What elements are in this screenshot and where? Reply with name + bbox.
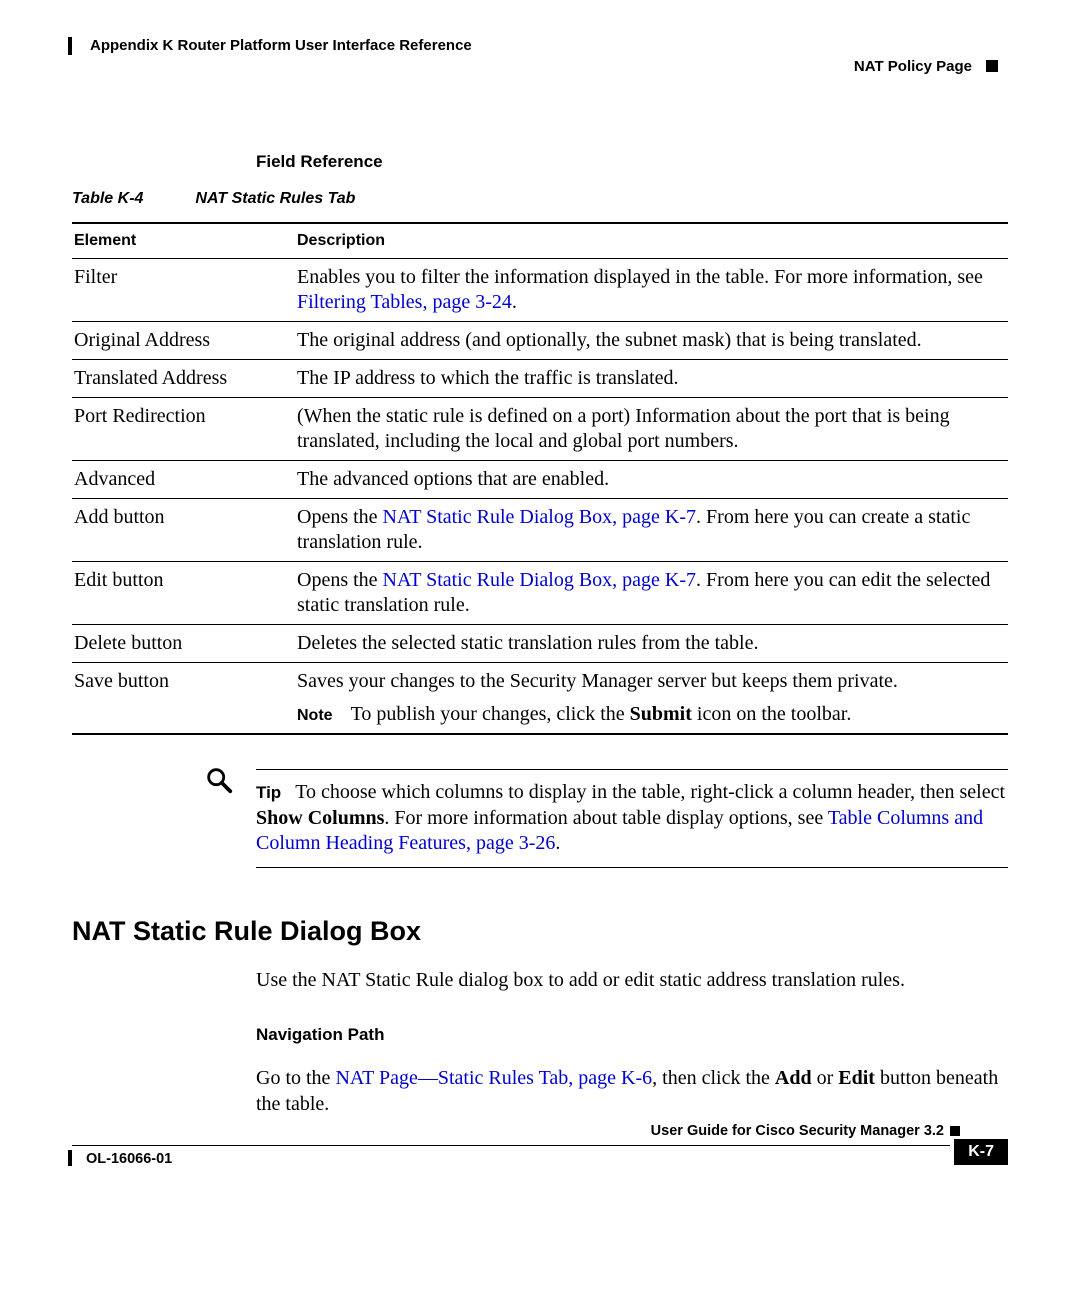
page-footer: User Guide for Cisco Security Manager 3.… bbox=[72, 1137, 1008, 1181]
table-row: Save button Saves your changes to the Se… bbox=[72, 663, 1008, 735]
cell-element: Save button bbox=[72, 663, 295, 735]
table-number: Table K-4 bbox=[72, 190, 143, 207]
footer-guide-title: User Guide for Cisco Security Manager 3.… bbox=[645, 1123, 944, 1139]
cell-description: Enables you to filter the information di… bbox=[295, 259, 1008, 322]
table-row: Filter Enables you to filter the informa… bbox=[72, 259, 1008, 322]
section-title: NAT Static Rule Dialog Box bbox=[72, 916, 1008, 947]
nat-static-rules-table: Element Description Filter Enables you t… bbox=[72, 222, 1008, 735]
cell-description: Opens the NAT Static Rule Dialog Box, pa… bbox=[295, 562, 1008, 625]
tip-block: TipTo choose which columns to display in… bbox=[72, 769, 1008, 868]
cell-description: The advanced options that are enabled. bbox=[295, 461, 1008, 499]
table-title: NAT Static Rules Tab bbox=[195, 190, 355, 207]
table-row: Add button Opens the NAT Static Rule Dia… bbox=[72, 499, 1008, 562]
submit-bold: Submit bbox=[630, 703, 692, 725]
cell-description: The original address (and optionally, th… bbox=[295, 322, 1008, 360]
footer-left-mark bbox=[68, 1150, 72, 1166]
table-caption: Table K-4 NAT Static Rules Tab bbox=[72, 190, 1008, 208]
cell-element: Delete button bbox=[72, 625, 295, 663]
table-row: Translated Address The IP address to whi… bbox=[72, 360, 1008, 398]
col-element: Element bbox=[72, 223, 295, 259]
cell-element: Translated Address bbox=[72, 360, 295, 398]
page-header: Appendix K Router Platform User Interfac… bbox=[72, 34, 1008, 62]
link-nat-static-rule-dialog[interactable]: NAT Static Rule Dialog Box, page K-7 bbox=[383, 569, 696, 591]
cell-description: (When the static rule is defined on a po… bbox=[295, 398, 1008, 461]
header-square-icon bbox=[986, 60, 998, 72]
link-nat-static-rule-dialog[interactable]: NAT Static Rule Dialog Box, page K-7 bbox=[383, 506, 696, 528]
cell-description: The IP address to which the traffic is t… bbox=[295, 360, 1008, 398]
table-row: Advanced The advanced options that are e… bbox=[72, 461, 1008, 499]
cell-element: Advanced bbox=[72, 461, 295, 499]
cell-element: Port Redirection bbox=[72, 398, 295, 461]
add-bold: Add bbox=[775, 1067, 812, 1089]
cell-description: Deletes the selected static translation … bbox=[295, 625, 1008, 663]
footer-page-number: K-7 bbox=[954, 1139, 1008, 1165]
header-section: NAT Policy Page bbox=[854, 58, 972, 75]
navigation-path-heading: Navigation Path bbox=[256, 1025, 1008, 1045]
header-appendix: Appendix K Router Platform User Interfac… bbox=[90, 37, 472, 54]
link-filtering-tables[interactable]: Filtering Tables, page 3-24 bbox=[297, 291, 512, 313]
header-left-mark bbox=[68, 37, 72, 55]
magnifier-icon bbox=[204, 765, 234, 795]
field-reference-heading: Field Reference bbox=[256, 152, 1008, 172]
table-row: Port Redirection (When the static rule i… bbox=[72, 398, 1008, 461]
table-row: Delete button Deletes the selected stati… bbox=[72, 625, 1008, 663]
cell-element: Original Address bbox=[72, 322, 295, 360]
link-nat-page-static-rules[interactable]: NAT Page—Static Rules Tab, page K-6 bbox=[335, 1067, 652, 1089]
show-columns-bold: Show Columns bbox=[256, 807, 384, 829]
note-label: Note bbox=[297, 707, 333, 724]
cell-description: Saves your changes to the Security Manag… bbox=[295, 663, 1008, 735]
intro-paragraph: Use the NAT Static Rule dialog box to ad… bbox=[256, 967, 1008, 993]
cell-description: Opens the NAT Static Rule Dialog Box, pa… bbox=[295, 499, 1008, 562]
col-description: Description bbox=[295, 223, 1008, 259]
tip-label: Tip bbox=[256, 783, 281, 802]
table-row: Edit button Opens the NAT Static Rule Di… bbox=[72, 562, 1008, 625]
cell-element: Edit button bbox=[72, 562, 295, 625]
footer-rule bbox=[72, 1145, 950, 1146]
cell-element: Add button bbox=[72, 499, 295, 562]
navigation-path: Go to the NAT Page—Static Rules Tab, pag… bbox=[256, 1065, 1008, 1117]
edit-bold: Edit bbox=[838, 1067, 875, 1089]
footer-square-icon bbox=[950, 1126, 960, 1136]
footer-doc-number: OL-16066-01 bbox=[86, 1151, 172, 1167]
table-row: Original Address The original address (a… bbox=[72, 322, 1008, 360]
cell-element: Filter bbox=[72, 259, 295, 322]
